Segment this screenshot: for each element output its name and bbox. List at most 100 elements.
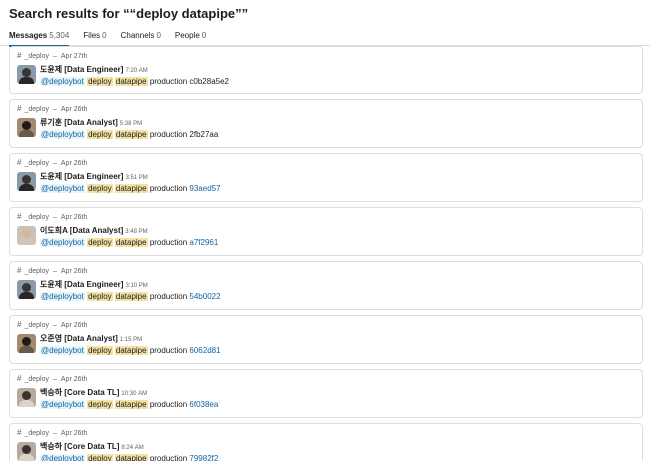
meta-separator: –: [52, 214, 57, 221]
tab-label: Files: [83, 31, 101, 40]
channel-hash-icon: #: [17, 266, 22, 275]
message-time[interactable]: 3:48 PM: [125, 229, 147, 235]
tab-people[interactable]: People 0: [175, 29, 206, 46]
user-mention[interactable]: @deploybot: [40, 292, 85, 301]
highlight-term: datapipe: [114, 77, 148, 86]
message-text: @deploybot deploy datapipe production 2f…: [40, 130, 218, 140]
channel-name[interactable]: _deploy: [24, 322, 49, 329]
search-result-card[interactable]: # _deploy – Apr 26th 도윤제 [Data Engineer] 3:51…: [9, 153, 643, 202]
message-time[interactable]: 3:10 PM: [125, 283, 147, 289]
search-result-card[interactable]: # _deploy – Apr 26th 백승하 [Core Data TL] 8:24 …: [9, 423, 643, 461]
result-meta: # _deploy – Apr 26th: [17, 373, 635, 384]
highlight-term: deploy: [87, 130, 113, 139]
search-result-card[interactable]: # _deploy – Apr 26th 도윤제 [Data Engineer] 3:10…: [9, 261, 643, 310]
message-time[interactable]: 1:15 PM: [120, 337, 142, 343]
message-word: production: [149, 346, 188, 355]
commit-hash[interactable]: a7f2961: [189, 238, 218, 247]
avatar[interactable]: [17, 226, 36, 245]
author-name[interactable]: 백승하 [Core Data TL]: [40, 442, 119, 451]
result-meta: # _deploy – Apr 26th: [17, 265, 635, 276]
message-time[interactable]: 8:24 AM: [121, 445, 143, 451]
user-mention[interactable]: @deploybot: [40, 454, 85, 461]
user-mention[interactable]: @deploybot: [40, 400, 85, 409]
highlight-term: deploy: [87, 184, 113, 193]
message-text: @deploybot deploy datapipe production 79…: [40, 454, 218, 461]
author-name[interactable]: 이도희A [Data Analyst]: [40, 226, 123, 235]
message-time[interactable]: 3:51 PM: [125, 175, 147, 181]
user-mention[interactable]: @deploybot: [40, 77, 85, 86]
channel-name[interactable]: _deploy: [24, 53, 49, 60]
message-time[interactable]: 5:38 PM: [120, 121, 142, 127]
highlight-term: deploy: [87, 77, 113, 86]
author-name[interactable]: 오준영 [Data Analyst]: [40, 334, 118, 343]
commit-hash: c0b28a5e2: [189, 77, 229, 86]
message: 류기훈 [Data Analyst] 5:38 PM @deploybot depl…: [17, 118, 635, 140]
channel-hash-icon: #: [17, 212, 22, 221]
result-tabs: Messages 5,304 Files 0 Channels 0 People 0: [0, 29, 650, 47]
channel-name[interactable]: _deploy: [24, 376, 49, 383]
user-mention[interactable]: @deploybot: [40, 238, 85, 247]
avatar[interactable]: [17, 118, 36, 137]
commit-hash[interactable]: 79982f2: [189, 454, 218, 461]
search-result-card[interactable]: # _deploy – Apr 26th 류기훈 [Data Analyst] 5:38 …: [9, 99, 643, 148]
highlight-term: datapipe: [114, 400, 148, 409]
tab-count: 0: [201, 31, 207, 40]
commit-hash[interactable]: 54b0022: [189, 292, 220, 301]
author-name[interactable]: 류기훈 [Data Analyst]: [40, 118, 118, 127]
page-title: Search results for ““deploy datapipe””: [9, 6, 249, 21]
search-result-card[interactable]: # _deploy – Apr 26th 이도희A [Data Analyst] 3:48…: [9, 207, 643, 256]
avatar[interactable]: [17, 334, 36, 353]
tab-messages[interactable]: Messages 5,304: [9, 29, 70, 47]
meta-separator: –: [52, 322, 57, 329]
channel-name[interactable]: _deploy: [24, 214, 49, 221]
message: 도윤제 [Data Engineer] 3:10 PM @deploybot dep…: [17, 280, 635, 302]
result-date: Apr 26th: [60, 214, 88, 221]
meta-separator: –: [52, 160, 57, 167]
result-meta: # _deploy – Apr 26th: [17, 427, 635, 438]
result-meta: # _deploy – Apr 27th: [17, 50, 635, 61]
tab-count: 0: [102, 31, 107, 40]
tab-files[interactable]: Files 0: [83, 29, 106, 46]
meta-separator: –: [52, 268, 57, 275]
tab-label: People: [174, 31, 200, 40]
user-mention[interactable]: @deploybot: [40, 184, 85, 193]
search-results-list: # _deploy – Apr 27th 도윤제 [Data Engineer] 7:20…: [9, 46, 643, 461]
avatar[interactable]: [17, 442, 36, 461]
commit-hash[interactable]: 6f038ea: [189, 400, 218, 409]
message: 도윤제 [Data Engineer] 7:20 AM @deploybot dep…: [17, 65, 635, 87]
search-result-card[interactable]: # _deploy – Apr 27th 도윤제 [Data Engineer] 7:20…: [9, 46, 643, 94]
search-result-card[interactable]: # _deploy – Apr 26th 오준영 [Data Analyst] 1:15 …: [9, 315, 643, 364]
avatar[interactable]: [17, 65, 36, 84]
channel-name[interactable]: _deploy: [24, 106, 49, 113]
author-name[interactable]: 도윤제 [Data Engineer]: [40, 280, 123, 289]
meta-separator: –: [52, 53, 57, 60]
user-mention[interactable]: @deploybot: [40, 130, 85, 139]
tab-count: 0: [156, 31, 161, 40]
highlight-term: deploy: [87, 292, 113, 301]
commit-hash[interactable]: 93aed57: [189, 184, 220, 193]
meta-separator: –: [52, 376, 57, 383]
message-time[interactable]: 10:30 AM: [121, 391, 147, 397]
message-word: production: [149, 238, 188, 247]
tab-label: Messages: [9, 31, 48, 40]
avatar[interactable]: [17, 172, 36, 191]
author-name[interactable]: 도윤제 [Data Engineer]: [40, 172, 123, 181]
message-word: production: [149, 77, 188, 86]
message-text: @deploybot deploy datapipe production 54…: [40, 292, 221, 302]
message-word: production: [149, 454, 188, 461]
message-time[interactable]: 7:20 AM: [125, 68, 147, 74]
tab-channels[interactable]: Channels 0: [121, 29, 161, 46]
channel-name[interactable]: _deploy: [24, 160, 49, 167]
commit-hash[interactable]: 6062d81: [189, 346, 220, 355]
author-name[interactable]: 도윤제 [Data Engineer]: [40, 65, 123, 74]
avatar[interactable]: [17, 280, 36, 299]
highlight-term: deploy: [87, 454, 113, 461]
result-meta: # _deploy – Apr 26th: [17, 211, 635, 222]
highlight-term: datapipe: [114, 346, 148, 355]
search-result-card[interactable]: # _deploy – Apr 26th 백승하 [Core Data TL] 10:30…: [9, 369, 643, 418]
author-name[interactable]: 백승하 [Core Data TL]: [40, 388, 119, 397]
channel-name[interactable]: _deploy: [24, 430, 49, 437]
channel-name[interactable]: _deploy: [24, 268, 49, 275]
user-mention[interactable]: @deploybot: [40, 346, 85, 355]
avatar[interactable]: [17, 388, 36, 407]
